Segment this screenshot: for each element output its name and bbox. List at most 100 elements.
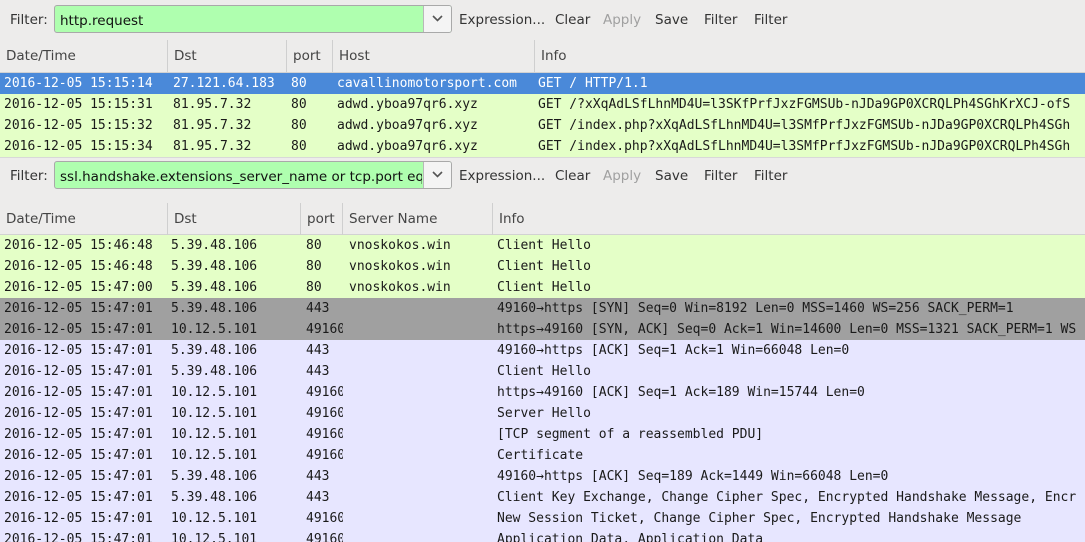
expression-button[interactable]: Expression... bbox=[459, 12, 545, 28]
cell-server-name bbox=[349, 340, 491, 361]
cell-datetime: 2016-12-05 15:46:48 bbox=[4, 238, 153, 253]
column-header-dst[interactable]: Dst bbox=[167, 40, 286, 72]
column-header-server-name[interactable]: Server Name bbox=[342, 203, 492, 235]
cell-port: 80 bbox=[291, 118, 307, 133]
cell-datetime: 2016-12-05 15:47:01 bbox=[4, 301, 153, 316]
cell-dst: 10.12.5.101 bbox=[171, 448, 258, 463]
apply-button[interactable]: Apply bbox=[603, 12, 641, 28]
column-header-info[interactable]: Info bbox=[492, 203, 1085, 235]
cell-port: 80 bbox=[291, 139, 307, 154]
cell-info: 49160→https [SYN] Seq=0 Win=8192 Len=0 M… bbox=[497, 301, 1014, 316]
packet-row[interactable]: 2016-12-05 15:47:01 5.39.48.106 443 49160→h… bbox=[0, 340, 1085, 361]
cell-port: 49160 bbox=[306, 322, 343, 337]
cell-datetime: 2016-12-05 15:47:01 bbox=[4, 364, 153, 379]
cell-dst: 5.39.48.106 bbox=[171, 490, 258, 505]
save-button[interactable]: Save bbox=[655, 168, 688, 184]
column-header-port[interactable]: port bbox=[286, 40, 332, 72]
column-header-datetime[interactable]: Date/Time bbox=[0, 203, 167, 235]
cell-info: 49160→https [ACK] Seq=189 Ack=1449 Win=6… bbox=[497, 469, 889, 484]
cell-port: 443 bbox=[306, 469, 330, 484]
apply-button[interactable]: Apply bbox=[603, 168, 641, 184]
packet-row[interactable]: 2016-12-05 15:15:14 27.121.64.183 80 cavall… bbox=[0, 73, 1085, 94]
cell-dst: 10.12.5.101 bbox=[171, 322, 258, 337]
filter-text[interactable]: http.request bbox=[60, 13, 422, 29]
cell-dst: 5.39.48.106 bbox=[171, 259, 258, 274]
cell-dst: 81.95.7.32 bbox=[173, 97, 252, 112]
packet-row[interactable]: 2016-12-05 15:47:01 10.12.5.101 49160 [TCP … bbox=[0, 424, 1085, 445]
column-header-datetime[interactable]: Date/Time bbox=[0, 40, 167, 72]
filter-button-2[interactable]: Filter bbox=[754, 12, 787, 28]
cell-info: Client Hello bbox=[497, 280, 591, 295]
filter-history-dropdown[interactable] bbox=[424, 162, 451, 188]
cell-info: 49160→https [ACK] Seq=1 Ack=1 Win=66048 … bbox=[497, 343, 850, 358]
cell-server-name bbox=[349, 319, 491, 340]
cell-port: 49160 bbox=[306, 511, 343, 526]
cell-dst: 5.39.48.106 bbox=[171, 364, 258, 379]
packet-row[interactable]: 2016-12-05 15:47:01 5.39.48.106 443 Client … bbox=[0, 361, 1085, 382]
cell-port: 443 bbox=[306, 490, 330, 505]
save-button[interactable]: Save bbox=[655, 12, 688, 28]
packet-row[interactable]: 2016-12-05 15:47:00 5.39.48.106 80 vnoskoko… bbox=[0, 277, 1085, 298]
filter-history-dropdown[interactable] bbox=[424, 6, 451, 32]
chevron-down-icon bbox=[432, 15, 443, 22]
cell-dst: 5.39.48.106 bbox=[171, 343, 258, 358]
cell-server-name bbox=[349, 424, 491, 445]
cell-port: 49160 bbox=[306, 406, 343, 421]
cell-datetime: 2016-12-05 15:15:32 bbox=[4, 118, 153, 133]
packet-row[interactable]: 2016-12-05 15:15:32 81.95.7.32 80 adwd.yboa… bbox=[0, 115, 1085, 136]
packet-row[interactable]: 2016-12-05 15:46:48 5.39.48.106 80 vnoskoko… bbox=[0, 256, 1085, 277]
cell-port: 80 bbox=[291, 76, 307, 91]
packet-row[interactable]: 2016-12-05 15:46:48 5.39.48.106 80 vnoskoko… bbox=[0, 235, 1085, 256]
packet-row[interactable]: 2016-12-05 15:15:34 81.95.7.32 80 adwd.yboa… bbox=[0, 136, 1085, 157]
cell-dst: 10.12.5.101 bbox=[171, 406, 258, 421]
packet-row[interactable]: 2016-12-05 15:47:01 10.12.5.101 49160 Serve… bbox=[0, 403, 1085, 424]
cell-dst: 5.39.48.106 bbox=[171, 301, 258, 316]
column-header-port[interactable]: port bbox=[300, 203, 342, 235]
clear-button[interactable]: Clear bbox=[555, 168, 590, 184]
cell-info: https→49160 [SYN, ACK] Seq=0 Ack=1 Win=1… bbox=[497, 322, 1077, 337]
cell-dst: 81.95.7.32 bbox=[173, 139, 252, 154]
cell-port: 443 bbox=[306, 301, 330, 316]
cell-port: 49160 bbox=[306, 532, 343, 542]
cell-datetime: 2016-12-05 15:47:01 bbox=[4, 511, 153, 526]
filter-text[interactable]: ssl.handshake.extensions_server_name or … bbox=[60, 169, 422, 185]
cell-datetime: 2016-12-05 15:47:00 bbox=[4, 280, 153, 295]
cell-datetime: 2016-12-05 15:46:48 bbox=[4, 259, 153, 274]
packet-row[interactable]: 2016-12-05 15:15:31 81.95.7.32 80 adwd.yboa… bbox=[0, 94, 1085, 115]
column-header-dst[interactable]: Dst bbox=[167, 203, 300, 235]
packet-row[interactable]: 2016-12-05 15:47:01 5.39.48.106 443 49160→h… bbox=[0, 466, 1085, 487]
packet-row[interactable]: 2016-12-05 15:47:01 10.12.5.101 49160 New S… bbox=[0, 508, 1085, 529]
column-header-info[interactable]: Info bbox=[534, 40, 1085, 72]
top-filter-toolbar: Filter: http.request Expression... Clear… bbox=[0, 0, 1085, 40]
display-filter-input[interactable]: http.request bbox=[54, 5, 452, 33]
packet-row[interactable]: 2016-12-05 15:47:01 5.39.48.106 443 49160→h… bbox=[0, 298, 1085, 319]
cell-server-name: vnoskokos.win bbox=[349, 259, 451, 274]
cell-dst: 10.12.5.101 bbox=[171, 385, 258, 400]
cell-datetime: 2016-12-05 15:47:01 bbox=[4, 469, 153, 484]
column-header-host[interactable]: Host bbox=[332, 40, 534, 72]
expression-button[interactable]: Expression... bbox=[459, 168, 545, 184]
cell-port: 443 bbox=[306, 364, 330, 379]
filter-button-1[interactable]: Filter bbox=[704, 12, 737, 28]
cell-info: [TCP segment of a reassembled PDU] bbox=[497, 427, 764, 442]
cell-port: 80 bbox=[306, 238, 322, 253]
packet-row[interactable]: 2016-12-05 15:47:01 10.12.5.101 49160 https… bbox=[0, 319, 1085, 340]
packet-row[interactable]: 2016-12-05 15:47:01 10.12.5.101 49160 Certi… bbox=[0, 445, 1085, 466]
cell-datetime: 2016-12-05 15:47:01 bbox=[4, 427, 153, 442]
top-packet-list: 2016-12-05 15:15:14 27.121.64.183 80 cavall… bbox=[0, 73, 1085, 157]
display-filter-input[interactable]: ssl.handshake.extensions_server_name or … bbox=[54, 161, 452, 189]
cell-info: GET / HTTP/1.1 bbox=[538, 76, 648, 91]
cell-info: New Session Ticket, Change Cipher Spec, … bbox=[497, 511, 1022, 526]
cell-server-name bbox=[349, 361, 491, 382]
packet-row[interactable]: 2016-12-05 15:47:01 10.12.5.101 49160 https… bbox=[0, 382, 1085, 403]
cell-dst: 10.12.5.101 bbox=[171, 532, 258, 542]
filter-button-2[interactable]: Filter bbox=[754, 168, 787, 184]
packet-row[interactable]: 2016-12-05 15:47:01 5.39.48.106 443 Client … bbox=[0, 487, 1085, 508]
clear-button[interactable]: Clear bbox=[555, 12, 590, 28]
cell-dst: 10.12.5.101 bbox=[171, 511, 258, 526]
packet-row[interactable]: 2016-12-05 15:47:01 10.12.5.101 49160 Appli… bbox=[0, 529, 1085, 542]
cell-port: 80 bbox=[306, 280, 322, 295]
cell-datetime: 2016-12-05 15:15:34 bbox=[4, 139, 153, 154]
filter-button-1[interactable]: Filter bbox=[704, 168, 737, 184]
cell-info: GET /?xXqAdLSfLhnMD4U=l3SKfPrfJxzFGMSUb-… bbox=[538, 97, 1071, 112]
